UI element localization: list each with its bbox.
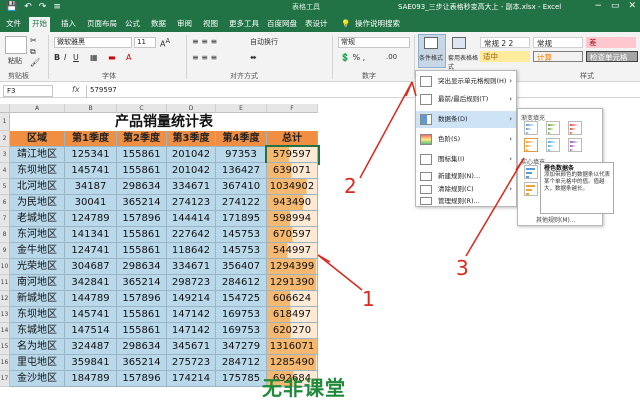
annotation-arrow-2-head bbox=[405, 81, 413, 97]
annotation-number-3: 3 bbox=[456, 256, 469, 280]
annotation-number-1: 1 bbox=[362, 287, 375, 311]
annotation-number-2: 2 bbox=[344, 174, 357, 198]
annotation-arrow-2 bbox=[359, 81, 413, 179]
watermark-logo: 无非课堂 bbox=[262, 376, 346, 400]
annotation-arrow-2-head-b bbox=[411, 81, 417, 97]
annotation-arrow-1 bbox=[317, 254, 363, 291]
annotation-arrows bbox=[317, 81, 525, 291]
annotation-arrow-3 bbox=[465, 157, 525, 257]
annotation-arrow-1-head bbox=[317, 254, 331, 263]
annotation-arrow-3-head bbox=[515, 157, 525, 171]
